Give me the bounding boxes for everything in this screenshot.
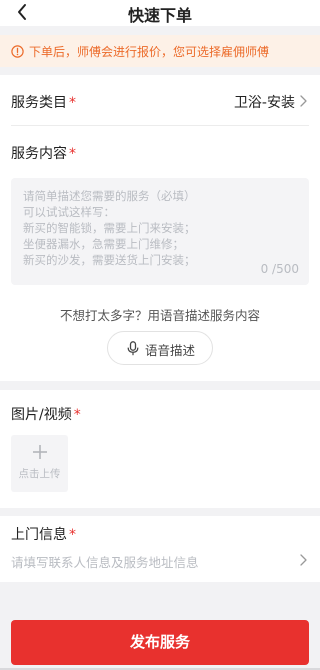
voice-button-label: 语音描述 — [145, 343, 196, 358]
required-mark: * — [73, 407, 81, 423]
visit-info-field[interactable]: 请填写联系人信息及服务地址信息 — [11, 552, 199, 571]
service-category-label-text: 服务类目 — [11, 95, 67, 111]
service-category-label: 服务类目 * — [11, 92, 76, 112]
bottom-bar: 发布服务 — [0, 612, 320, 670]
info-icon — [11, 45, 24, 58]
chevron-right-icon[interactable] — [299, 95, 308, 107]
service-description-textarea[interactable]: 请简单描述您需要的服务（必填） 可以试试这样写： 新买的智能锁，需要上门来安装；… — [11, 178, 309, 285]
visit-info-label-text: 上门信息 — [11, 527, 67, 543]
textarea-placeholder: 请简单描述您需要的服务（必填） 可以试试这样写： 新买的智能锁，需要上门来安装；… — [23, 189, 196, 267]
upload-button[interactable]: 点击上传 — [11, 435, 68, 492]
required-mark: * — [69, 527, 76, 543]
app-header: 快速下单 — [0, 0, 320, 26]
char-counter: 0 /500 — [260, 262, 299, 276]
visit-info-label: 上门信息 * — [11, 524, 76, 544]
media-label-text: 图片/视频 — [11, 407, 72, 423]
service-content-label-text: 服务内容 — [11, 146, 67, 162]
required-mark: * — [69, 95, 76, 111]
page-title: 快速下单 — [127, 6, 192, 25]
service-category-value[interactable]: 卫浴-安装 — [234, 92, 295, 112]
chevron-right-icon[interactable] — [299, 554, 308, 566]
media-label: 图片/视频 * — [11, 404, 81, 424]
plus-icon — [33, 445, 47, 459]
notice-banner: 下单后，师傅会进行报价，您可选择雇佣师傅 — [0, 35, 320, 67]
divider — [11, 125, 309, 126]
microphone-icon — [127, 341, 139, 356]
voice-prompt-text: 不想打太多字？用语音描述服务内容 — [59, 308, 260, 323]
upload-label: 点击上传 — [18, 468, 61, 480]
required-mark: * — [69, 146, 76, 162]
service-content-label: 服务内容 * — [11, 143, 76, 163]
notice-text: 下单后，师傅会进行报价，您可选择雇佣师傅 — [29, 45, 270, 59]
publish-service-button[interactable]: 发布服务 — [11, 620, 309, 665]
voice-description-button[interactable]: 语音描述 — [107, 331, 213, 365]
